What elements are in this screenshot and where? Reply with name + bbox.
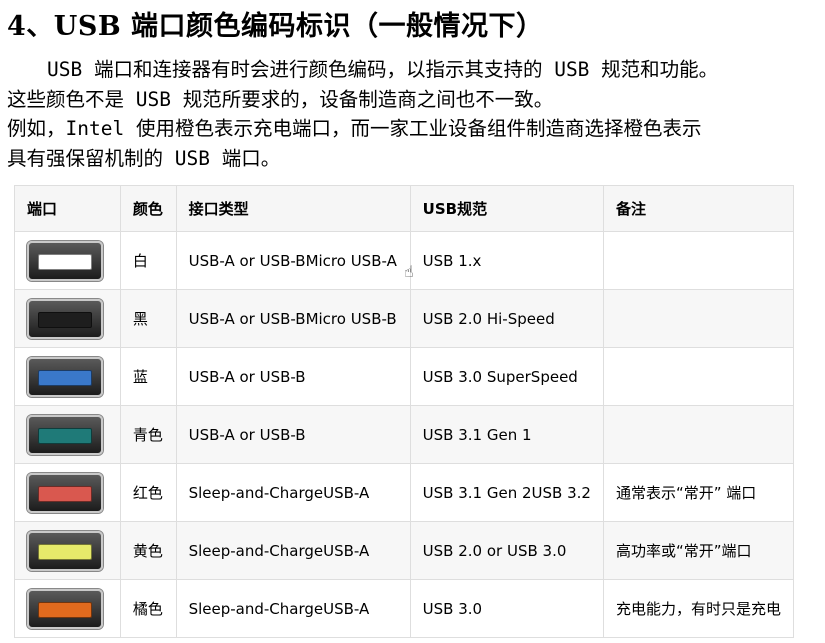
usb-port-icon (27, 298, 103, 339)
note-cell: 通常表示“常开” 端口 (602, 463, 795, 522)
color-cell: 青色 (119, 405, 177, 464)
type-cell: Sleep-and-ChargeUSB-A (175, 521, 411, 580)
spec-cell: USB 3.0 (409, 579, 604, 638)
hand-pointer-icon: ☝ (404, 262, 414, 281)
color-cell: 黄色 (119, 521, 177, 580)
usb-color-table: 端口 颜色 接口类型 USB规范 备注 白 USB-A or USB-BMicr… (14, 185, 795, 638)
usb-port-tongue (38, 485, 92, 502)
note-cell (602, 231, 795, 290)
usb-port-icon (27, 356, 103, 397)
usb-port-tongue (38, 253, 92, 270)
spec-cell: USB 3.1 Gen 2USB 3.2 (409, 463, 604, 522)
note-cell: 充电能力，有时只是充电 (602, 579, 795, 638)
type-cell: USB-A or USB-B (175, 405, 411, 464)
note-cell (602, 289, 795, 348)
note-cell: 高功率或“常开”端口 (602, 521, 795, 580)
usb-port-tongue (38, 543, 92, 560)
color-cell: 蓝 (119, 347, 177, 406)
port-cell (14, 231, 121, 290)
spec-cell: USB 2.0 or USB 3.0 (409, 521, 604, 580)
table-row: 黑 USB-A or USB-BMicro USB-B USB 2.0 Hi-S… (14, 289, 795, 348)
usb-port-icon (27, 530, 103, 571)
usb-port-tongue (38, 311, 92, 328)
header-port: 端口 (14, 185, 121, 232)
color-cell: 白 (119, 231, 177, 290)
table-row: 红色 Sleep-and-ChargeUSB-A USB 3.1 Gen 2US… (14, 463, 795, 522)
table-row: 青色 USB-A or USB-B USB 3.1 Gen 1 (14, 405, 795, 464)
port-cell (14, 289, 121, 348)
example-line-2: 具有强保留机制的 USB 端口。 (7, 146, 281, 170)
color-cell: 橘色 (119, 579, 177, 638)
port-cell (14, 521, 121, 580)
usb-port-icon (27, 588, 103, 629)
type-cell: Sleep-and-ChargeUSB-A (175, 579, 411, 638)
header-color: 颜色 (119, 185, 177, 232)
usb-port-tongue (38, 369, 92, 386)
header-note: 备注 (602, 185, 795, 232)
note-cell (602, 405, 795, 464)
usb-port-icon (27, 472, 103, 513)
usb-port-tongue (38, 601, 92, 618)
note-cell (602, 347, 795, 406)
port-cell (14, 463, 121, 522)
color-cell: 红色 (119, 463, 177, 522)
header-usb-spec: USB规范 (409, 185, 604, 232)
type-cell: USB-A or USB-B (175, 347, 411, 406)
intro-line-1: USB 端口和连接器有时会进行颜色编码，以指示其支持的 USB 规范和功能。 (47, 58, 719, 81)
spec-cell: USB 1.x (409, 231, 604, 290)
section-heading: 4、USB 端口颜色编码标识（一般情况下） (7, 11, 544, 42)
spec-cell: USB 3.0 SuperSpeed (409, 347, 604, 406)
spec-cell: USB 2.0 Hi-Speed (409, 289, 604, 348)
intro-line-2: 这些颜色不是 USB 规范所要求的，设备制造商之间也不一致。 (7, 87, 554, 111)
port-cell (14, 405, 121, 464)
table-row: 橘色 Sleep-and-ChargeUSB-A USB 3.0 充电能力，有时… (14, 579, 795, 638)
usb-port-tongue (38, 427, 92, 444)
type-cell: USB-A or USB-BMicro USB-A (175, 231, 411, 290)
example-line-1: 例如，Intel 使用橙色表示充电端口，而一家工业设备组件制造商选择橙色表示 (7, 117, 702, 140)
spec-cell: USB 3.1 Gen 1 (409, 405, 604, 464)
table-header-row: 端口 颜色 接口类型 USB规范 备注 (14, 185, 795, 232)
usb-port-icon (27, 414, 103, 455)
header-interface-type: 接口类型 (175, 185, 411, 232)
color-cell: 黑 (119, 289, 177, 348)
port-cell (14, 347, 121, 406)
example-paragraph: 例如，Intel 使用橙色表示充电端口，而一家工业设备组件制造商选择橙色表示 具… (7, 114, 817, 173)
type-cell: USB-A or USB-BMicro USB-B (175, 289, 411, 348)
intro-paragraph: USB 端口和连接器有时会进行颜色编码，以指示其支持的 USB 规范和功能。 这… (7, 55, 817, 114)
port-cell (14, 579, 121, 638)
usb-port-icon (27, 240, 103, 281)
table-row: 蓝 USB-A or USB-B USB 3.0 SuperSpeed (14, 347, 795, 406)
type-cell: Sleep-and-ChargeUSB-A (175, 463, 411, 522)
table-row: 黄色 Sleep-and-ChargeUSB-A USB 2.0 or USB … (14, 521, 795, 580)
